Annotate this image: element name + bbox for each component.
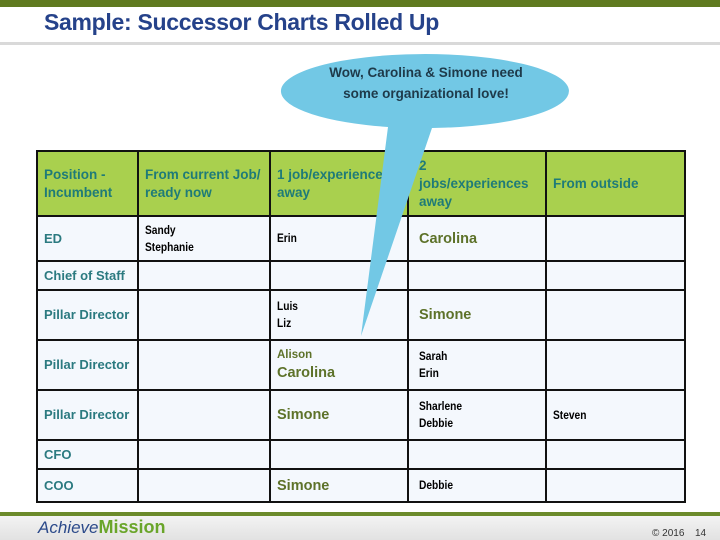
candidate-name: Sarah	[419, 349, 448, 363]
slide-title: Sample: Successor Charts Rolled Up	[44, 9, 439, 35]
header-two-away: 2 jobs/experiences away	[407, 150, 547, 217]
ready-now-cell	[137, 468, 271, 503]
two-away-cell: Sarah Erin	[407, 339, 547, 391]
one-away-cell: Simone	[269, 389, 409, 441]
one-away-cell	[269, 439, 409, 470]
achievemission-logo: AchieveMission	[38, 517, 166, 538]
outside-cell	[545, 215, 686, 262]
one-away-cell: Luis Liz	[269, 289, 409, 341]
one-away-cell: Simone	[269, 468, 409, 503]
table-row: CFO	[36, 439, 686, 470]
two-away-cell: Simone	[407, 289, 547, 341]
ready-now-cell	[137, 289, 271, 341]
candidate-name: Sharlene	[419, 399, 463, 413]
table-row: Pillar Director Simone Sharlene Debbie S…	[36, 389, 686, 441]
ready-now-cell	[137, 439, 271, 470]
one-away-cell	[269, 260, 409, 291]
header-one-away: 1 job/experience away	[269, 150, 409, 217]
position-cell: Pillar Director	[36, 339, 139, 391]
position-cell: Pillar Director	[36, 389, 139, 441]
candidate-name: Luis	[277, 299, 298, 313]
candidate-name-highlight: Simone	[277, 477, 330, 494]
candidate-name-highlight: Carolina	[277, 364, 336, 381]
outside-cell	[545, 339, 686, 391]
candidate-name: Erin	[277, 231, 297, 245]
candidate-name: Sandy	[145, 222, 176, 237]
callout-text: Wow, Carolina & Simone need some organiz…	[329, 65, 523, 101]
ready-now-cell	[137, 339, 271, 391]
successor-table: Position - Incumbent From current Job/ r…	[36, 150, 686, 503]
title-divider	[0, 42, 720, 45]
header-outside: From outside	[545, 150, 686, 217]
top-accent-bar	[0, 0, 720, 7]
table-row: ED Sandy Stephanie Erin Carolina	[36, 215, 686, 262]
candidate-name: Stephanie	[145, 239, 194, 254]
table-row: Pillar Director Alison Carolina Sarah Er…	[36, 339, 686, 391]
outside-cell: Steven	[545, 389, 686, 441]
candidate-name: Erin	[419, 366, 439, 380]
table-row: Chief of Staff	[36, 260, 686, 291]
candidate-name: Steven	[553, 407, 587, 422]
one-away-cell: Alison Carolina	[269, 339, 409, 391]
logo-mission: Mission	[98, 517, 166, 537]
position-cell: COO	[36, 468, 139, 503]
table-row: Pillar Director Luis Liz Simone	[36, 289, 686, 341]
outside-cell	[545, 260, 686, 291]
two-away-cell: Sharlene Debbie	[407, 389, 547, 441]
two-away-cell	[407, 260, 547, 291]
position-cell: CFO	[36, 439, 139, 470]
page-number: 14	[695, 528, 707, 539]
position-cell: ED	[36, 215, 139, 262]
candidate-name-highlight: Simone	[419, 307, 472, 323]
header-ready-now: From current Job/ ready now	[137, 150, 271, 217]
copyright: © 2016	[652, 528, 685, 539]
two-away-cell: Debbie	[407, 468, 547, 503]
candidate-name: Liz	[277, 316, 292, 330]
ready-now-cell	[137, 260, 271, 291]
candidate-name-highlight: Alison	[277, 348, 313, 361]
table-header-row: Position - Incumbent From current Job/ r…	[36, 150, 686, 217]
logo-achieve: Achieve	[38, 518, 99, 537]
header-position: Position - Incumbent	[36, 150, 139, 217]
position-cell: Pillar Director	[36, 289, 139, 341]
outside-cell	[545, 289, 686, 341]
two-away-cell: Carolina	[407, 215, 547, 262]
candidate-name: Debbie	[419, 416, 454, 430]
candidate-name-highlight: Carolina	[419, 230, 478, 247]
table-row: COO Simone Debbie	[36, 468, 686, 503]
ready-now-cell: Sandy Stephanie	[137, 215, 271, 262]
position-cell: Chief of Staff	[36, 260, 139, 291]
one-away-cell: Erin	[269, 215, 409, 262]
outside-cell	[545, 468, 686, 503]
two-away-cell	[407, 439, 547, 470]
candidate-name: Debbie	[419, 478, 454, 492]
outside-cell	[545, 439, 686, 470]
ready-now-cell	[137, 389, 271, 441]
candidate-name-highlight: Simone	[277, 407, 330, 423]
